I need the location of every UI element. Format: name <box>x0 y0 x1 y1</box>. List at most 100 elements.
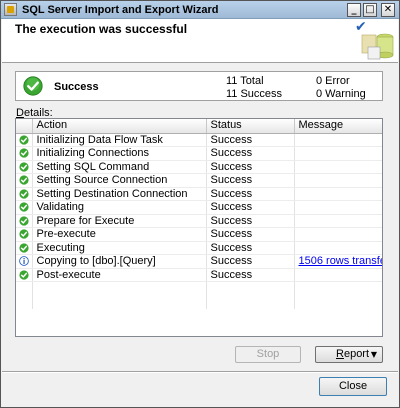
message-cell <box>294 173 382 188</box>
action-cell: Setting Destination Connection <box>32 187 207 201</box>
details-table: Action Status Message Initializing Data … <box>16 119 383 309</box>
empty-cell <box>16 295 33 309</box>
success-icon <box>19 216 29 226</box>
success-icon <box>19 162 29 172</box>
success-count: 11 Success <box>226 88 283 100</box>
table-row[interactable]: Copying to [dbo].[Query] Success 1506 rows… <box>16 254 383 269</box>
status-cell: Success <box>206 200 295 215</box>
message-cell <box>294 227 382 242</box>
column-header-status[interactable]: Status <box>206 119 295 134</box>
message-cell <box>294 133 382 147</box>
row-icon-cell <box>16 254 33 269</box>
table-row[interactable]: Validating Success <box>16 200 382 215</box>
info-icon <box>18 256 29 267</box>
column-header-action[interactable]: Action <box>32 119 207 134</box>
action-cell: Executing <box>32 241 207 255</box>
success-icon <box>19 270 29 280</box>
success-icon <box>19 135 29 145</box>
table-row[interactable]: Setting Source Connection Success <box>16 173 382 188</box>
status-cell: Success <box>206 133 295 147</box>
table-row[interactable]: Prepare for Execute Success <box>16 214 382 228</box>
dropdown-arrow-icon: ▼ <box>370 350 377 359</box>
table-header-row: Action Status Message <box>16 119 382 134</box>
status-cell: Success <box>206 268 295 282</box>
close-button[interactable]: Close <box>319 377 387 396</box>
action-cell: Copying to [dbo].[Query] <box>32 254 207 269</box>
row-icon-cell <box>16 214 33 228</box>
row-icon-cell <box>16 187 33 201</box>
empty-row <box>16 281 382 295</box>
status-cell: Success <box>206 173 295 188</box>
details-grid[interactable]: Action Status Message Initializing Data … <box>15 118 383 337</box>
empty-cell <box>16 281 33 295</box>
table-body: Initializing Data Flow Task Success Initia… <box>16 133 383 309</box>
message-cell <box>294 200 382 215</box>
action-cell: Prepare for Execute <box>32 214 207 228</box>
column-header-icon[interactable] <box>16 119 33 134</box>
stop-button[interactable]: Stop <box>235 346 301 363</box>
table-row[interactable]: Initializing Connections Success <box>16 146 382 161</box>
total-count: 11 Total <box>226 75 264 87</box>
message-cell <box>294 187 382 201</box>
summary-panel: Success 11 Total 11 Success 0 Error 0 Wa… <box>15 71 383 101</box>
title-bar[interactable]: SQL Server Import and Export Wizard _ □ … <box>1 1 399 19</box>
success-icon <box>19 189 29 199</box>
message-cell <box>294 160 382 174</box>
report-label-mnemonic: R <box>336 348 344 360</box>
maximize-button[interactable]: □ <box>363 3 377 17</box>
table-row[interactable]: Pre-execute Success <box>16 227 382 242</box>
empty-cell <box>294 281 382 295</box>
report-button[interactable]: Report ▼ <box>315 346 383 363</box>
status-cell: Success <box>206 160 295 174</box>
row-icon-cell <box>16 241 33 255</box>
action-cell: Initializing Data Flow Task <box>32 133 207 147</box>
minimize-button[interactable]: _ <box>347 3 361 17</box>
action-cell: Setting Source Connection <box>32 173 207 188</box>
row-icon-cell <box>16 146 33 161</box>
wizard-window: SQL Server Import and Export Wizard _ □ … <box>0 0 400 408</box>
success-icon <box>19 175 29 185</box>
empty-cell <box>32 281 207 295</box>
success-icon <box>19 202 29 212</box>
error-count: 0 Error <box>316 75 350 87</box>
message-cell <box>294 146 382 161</box>
summary-status: Success <box>54 81 99 93</box>
rows-transferred-link[interactable]: 1506 rows transferred <box>299 255 383 267</box>
action-cell: Initializing Connections <box>32 146 207 161</box>
status-cell: Success <box>206 254 295 269</box>
app-icon <box>4 3 17 16</box>
success-icon <box>19 243 29 253</box>
row-icon-cell <box>16 227 33 242</box>
table-row[interactable]: Initializing Data Flow Task Success <box>16 133 382 147</box>
empty-cell <box>206 281 295 295</box>
wizard-header: The execution was successful ✔ <box>2 19 398 63</box>
column-header-message[interactable]: Message <box>294 119 382 134</box>
window-title: SQL Server Import and Export Wizard <box>22 4 219 16</box>
action-cell: Pre-execute <box>32 227 207 242</box>
status-cell: Success <box>206 227 295 242</box>
success-icon <box>19 148 29 158</box>
table-row[interactable]: Executing Success <box>16 241 382 255</box>
message-cell: 1506 rows transferred <box>294 254 383 269</box>
status-cell: Success <box>206 146 295 161</box>
wizard-graphic-icon <box>361 33 394 60</box>
close-window-button[interactable]: ✕ <box>381 3 395 17</box>
empty-cell <box>206 295 295 309</box>
table-row[interactable]: Setting Destination Connection Success <box>16 187 382 201</box>
message-cell <box>294 241 382 255</box>
table-row[interactable]: Post-execute Success <box>16 268 382 282</box>
empty-row <box>16 295 382 309</box>
row-icon-cell <box>16 133 33 147</box>
success-large-icon <box>23 76 43 96</box>
footer-separator <box>2 371 398 373</box>
action-cell: Setting SQL Command <box>32 160 207 174</box>
table-row[interactable]: Setting SQL Command Success <box>16 160 382 174</box>
row-icon-cell <box>16 160 33 174</box>
empty-cell <box>32 295 207 309</box>
row-icon-cell <box>16 268 33 282</box>
message-cell <box>294 268 382 282</box>
warning-count: 0 Warning <box>316 88 366 100</box>
success-icon <box>19 229 29 239</box>
status-cell: Success <box>206 214 295 228</box>
action-cell: Validating <box>32 200 207 215</box>
